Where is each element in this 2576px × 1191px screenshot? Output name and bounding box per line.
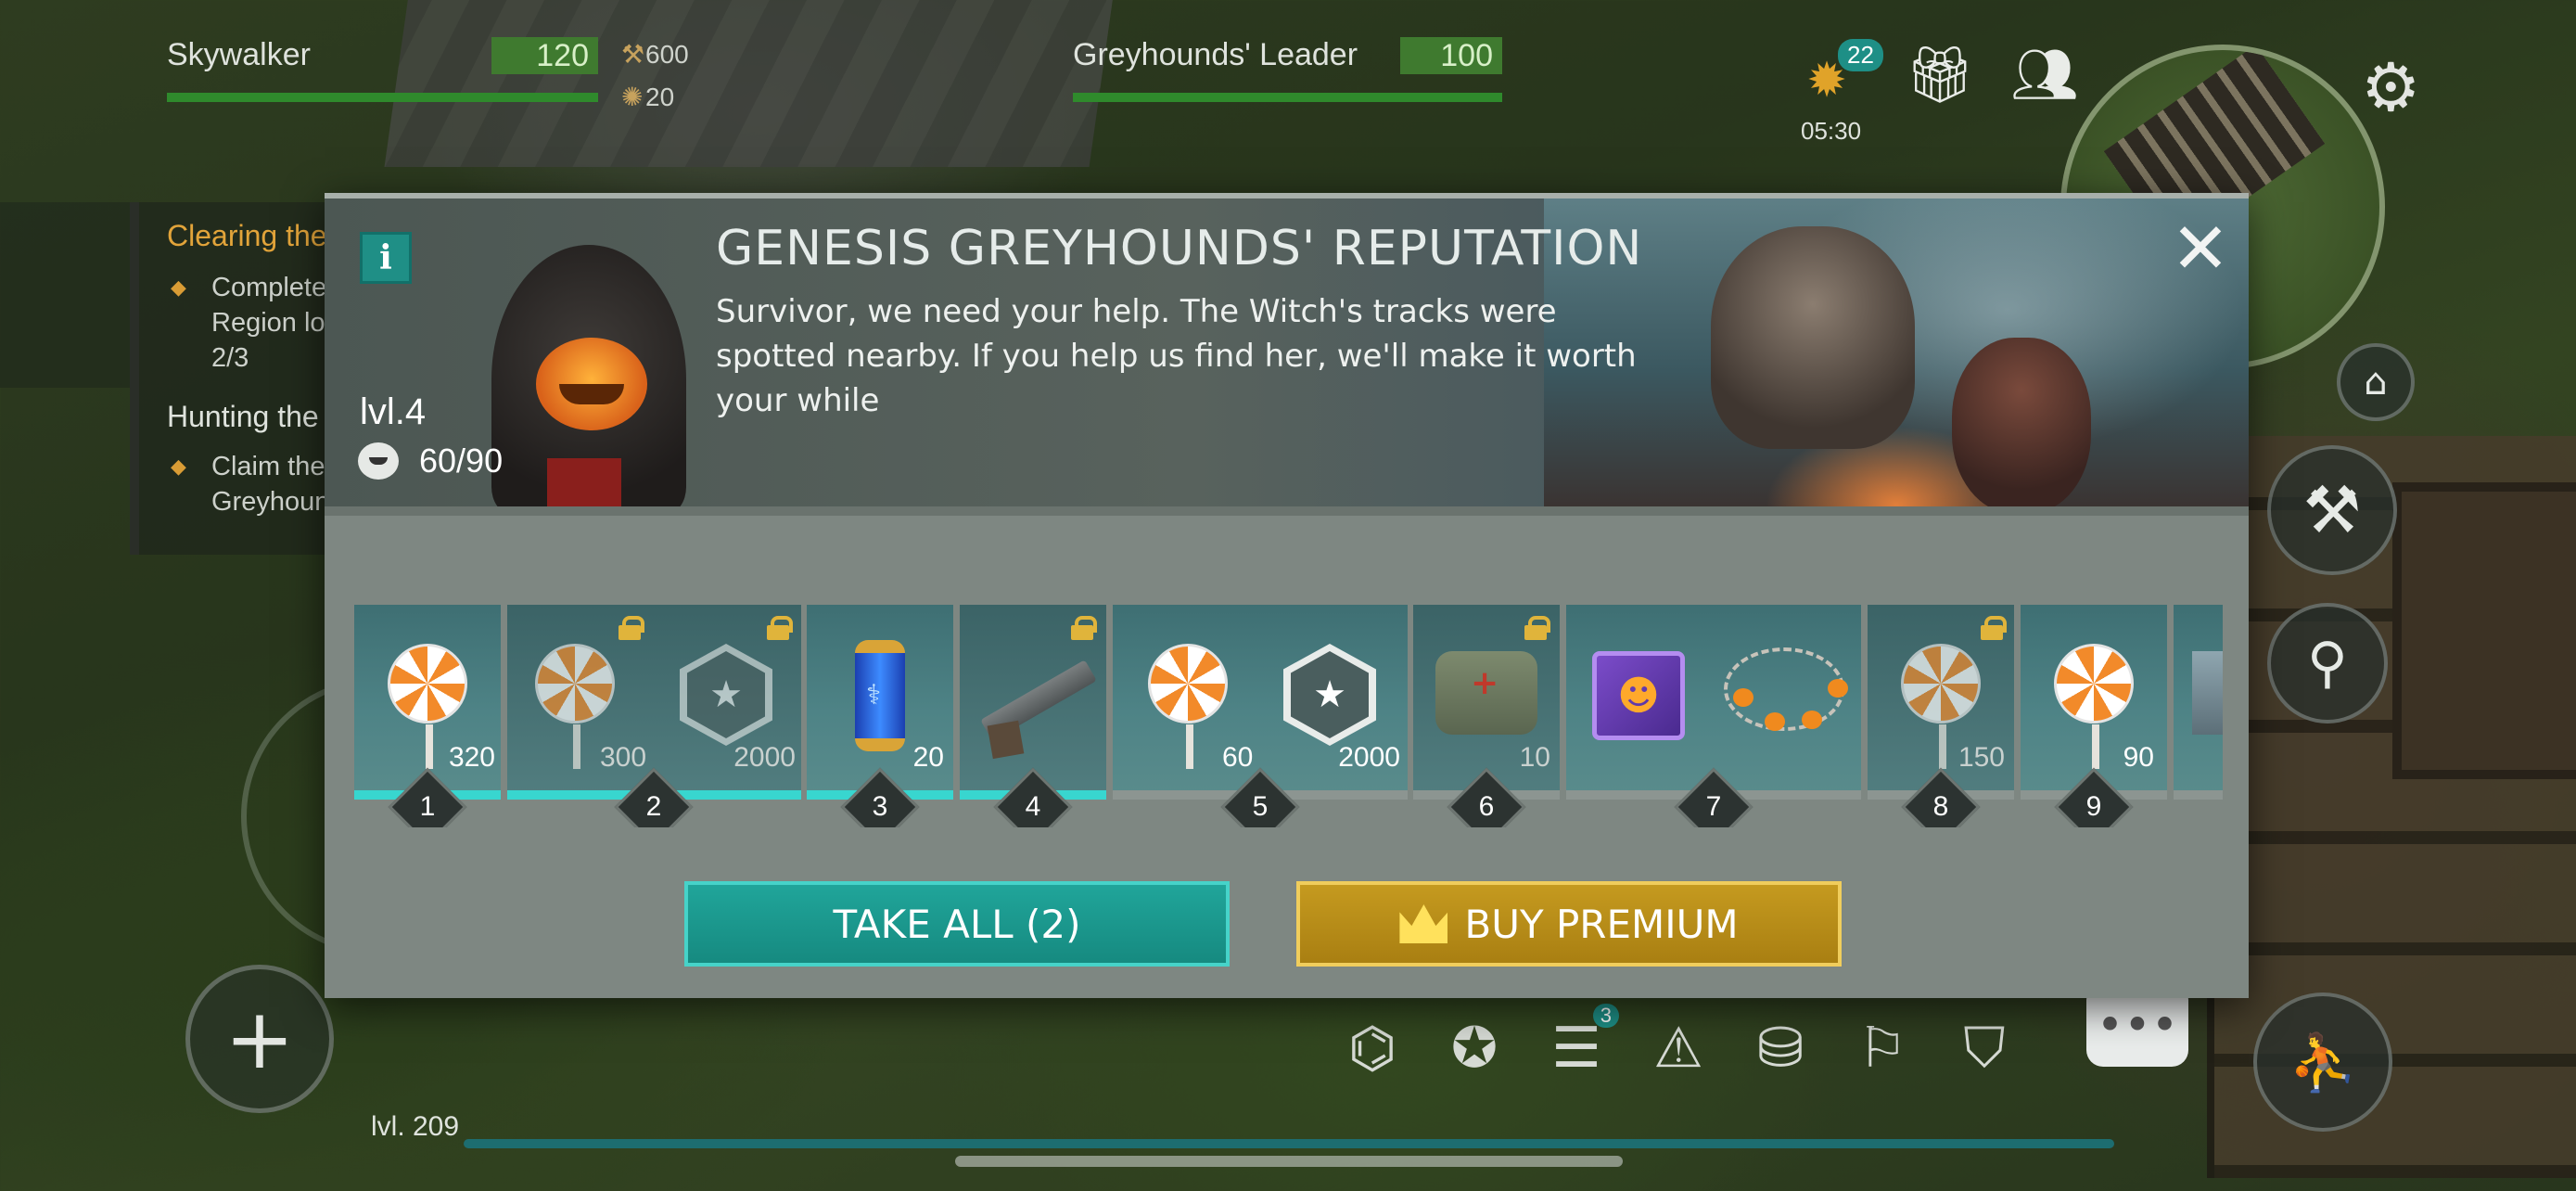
- xp-bar: [464, 1139, 2114, 1148]
- defense-value: 20: [645, 83, 675, 111]
- discount-badge: 22: [1838, 39, 1883, 71]
- bullet-icon: ◆: [171, 275, 186, 299]
- attack-icon: ⚒: [621, 40, 645, 69]
- tasks-badge: 3: [1592, 1004, 1619, 1028]
- bullet-icon: ◆: [171, 455, 186, 478]
- garland-icon: [1724, 647, 1848, 731]
- gift-icon[interactable]: 🎁︎: [1903, 37, 1977, 111]
- reward-cell[interactable]: [2174, 605, 2223, 800]
- pumpkin-npc: [482, 226, 695, 506]
- pumpkin-head: [536, 338, 647, 430]
- coins-icon[interactable]: ⛁: [1743, 1011, 1817, 1085]
- chip-icon: ☻: [1592, 651, 1685, 740]
- reward-amount: 20: [912, 742, 944, 773]
- home-icon[interactable]: ⌂: [2337, 343, 2415, 421]
- quest-line: ◆ Claim the: [171, 449, 334, 484]
- zombie-figure: [1952, 338, 2091, 506]
- rank-icon[interactable]: ✪: [1437, 1011, 1511, 1085]
- alert-icon[interactable]: ⚠: [1641, 1011, 1715, 1085]
- modal-header: i lvl.4 60/90 GENESIS GREYHOUNDS' REPUTA…: [325, 193, 2249, 506]
- progress-segment: [2174, 790, 2223, 800]
- emblem-icon: ★: [1283, 644, 1376, 746]
- lock-icon: [1524, 616, 1550, 640]
- lock-icon: [1071, 616, 1097, 640]
- quest-line: Greyhound: [211, 487, 345, 517]
- lollipop-icon: [1148, 644, 1228, 769]
- defense-stat: ✺20: [621, 82, 674, 112]
- crouch-icon[interactable]: ⛹: [2253, 992, 2392, 1132]
- player-hp-bar: [167, 93, 598, 102]
- player-name: Skywalker: [167, 37, 311, 72]
- take-all-button[interactable]: TAKE ALL (2): [684, 881, 1230, 967]
- reward-item-partial: [2192, 651, 2223, 735]
- friends-icon[interactable]: 👥︎: [2003, 37, 2086, 111]
- craft-icon[interactable]: ⚒: [2267, 445, 2397, 575]
- reward-amount: 320: [448, 742, 495, 773]
- attack-value: 600: [645, 40, 689, 69]
- home-indicator[interactable]: [955, 1156, 1623, 1167]
- player-hp-value: 120: [491, 37, 598, 74]
- modal-title: GENESIS GREYHOUNDS' REPUTATION: [716, 221, 1643, 276]
- defense-icon: ✺: [621, 83, 644, 111]
- reward-amount: 300: [600, 742, 647, 773]
- lollipop-icon: [2054, 644, 2134, 769]
- player-level: lvl. 209: [371, 1111, 460, 1142]
- shotgun-icon: [980, 660, 1097, 741]
- buy-premium-label: BUY PREMIUM: [1464, 901, 1739, 947]
- close-icon[interactable]: ✕: [2168, 213, 2233, 286]
- enemy-hp-value: 100: [1400, 37, 1502, 74]
- reward-track[interactable]: 320 300 ★ 2000 20 60 ★: [354, 605, 2223, 827]
- book: [547, 458, 621, 506]
- enemy-hp-bar: [1073, 93, 1502, 102]
- lollipop-icon: [535, 644, 615, 769]
- info-icon[interactable]: i: [360, 232, 412, 284]
- header-divider: [325, 506, 2249, 516]
- modal-description: Survivor, we need your help. The Witch's…: [716, 293, 1637, 419]
- bottom-toolbar: ⌬ ✪ ☰ 3 ⚠ ⛁ ⚐ ⛉: [1335, 1004, 2021, 1085]
- lollipop-icon: [1901, 644, 1981, 769]
- lock-icon: [767, 616, 793, 640]
- witch-figure: [1711, 226, 1915, 449]
- attack-stat: ⚒600: [621, 39, 689, 70]
- reward-amount: 150: [1958, 742, 2005, 773]
- reputation-modal: i lvl.4 60/90 GENESIS GREYHOUNDS' REPUTA…: [325, 193, 2249, 998]
- lollipop-icon: [388, 644, 467, 769]
- emblem-icon: ★: [680, 644, 772, 746]
- enemy-name: Greyhounds' Leader: [1073, 37, 1358, 72]
- map-icon[interactable]: ⚐: [1845, 1011, 1919, 1085]
- reward-amount: 90: [2123, 742, 2154, 773]
- quest-line: Region loc: [211, 308, 339, 338]
- add-icon[interactable]: +: [185, 965, 334, 1113]
- reputation-level: lvl.4: [360, 391, 427, 432]
- reputation-progress-value: 60/90: [419, 442, 504, 480]
- crown-icon: [1399, 904, 1448, 943]
- lock-icon: [618, 616, 644, 640]
- quest-panel[interactable]: Clearing the ◆ Complete Region loc 2/3 Hu…: [130, 202, 345, 555]
- quest-line: ◆ Complete: [171, 270, 334, 305]
- discount-timer: 05:30: [1801, 117, 1862, 145]
- quest-title-clearing[interactable]: Clearing the: [167, 219, 334, 253]
- reward-premium-amount: 2000: [733, 742, 796, 773]
- lock-icon: [1981, 616, 2007, 640]
- tasks-icon[interactable]: ☰ 3: [1539, 1004, 1619, 1085]
- quest-title-hunting[interactable]: Hunting the: [167, 400, 334, 434]
- capsule-icon: [855, 640, 905, 751]
- buy-premium-button[interactable]: BUY PREMIUM: [1296, 881, 1842, 967]
- quest-panel-edge: [0, 202, 130, 388]
- reward-amount: 10: [1519, 742, 1550, 773]
- quest-progress: 2/3: [211, 343, 249, 373]
- reputation-progress: 60/90: [358, 442, 503, 480]
- dna-icon[interactable]: ⌬: [1335, 1011, 1409, 1085]
- settings-icon[interactable]: ⚙: [2361, 48, 2421, 126]
- weapon-icon[interactable]: ⚲: [2267, 603, 2388, 724]
- reward-premium-amount: 2000: [1338, 742, 1400, 773]
- reward-amount: 60: [1222, 742, 1254, 773]
- header-artwork: [1544, 198, 2249, 506]
- medkit-bag-icon: [1435, 651, 1537, 735]
- backpack-icon[interactable]: ⛉: [1947, 1011, 2021, 1085]
- pumpkin-icon: [358, 442, 399, 480]
